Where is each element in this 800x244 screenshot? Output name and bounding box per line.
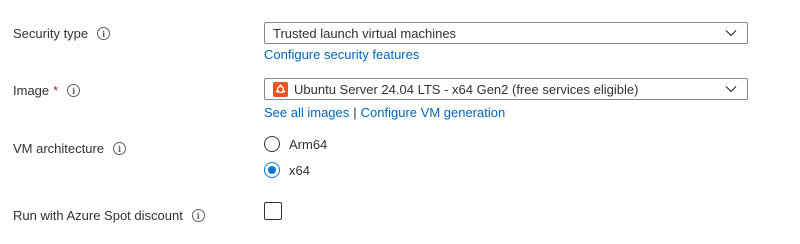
info-icon[interactable]: i [191, 209, 205, 222]
configure-security-features-link[interactable]: Configure security features [264, 47, 419, 62]
info-icon[interactable]: i [113, 142, 127, 155]
image-dropdown[interactable]: Ubuntu Server 24.04 LTS - x64 Gen2 (free… [264, 78, 748, 100]
image-label: Image [13, 83, 50, 98]
info-icon[interactable]: i [67, 84, 81, 97]
radio-x64[interactable]: x64 [264, 162, 310, 178]
radio-button[interactable] [264, 136, 280, 152]
vm-architecture-label-row: VM architecture i [13, 141, 127, 156]
info-icon[interactable]: i [97, 27, 111, 40]
vm-architecture-label: VM architecture [13, 141, 105, 156]
image-links-row: See all images | Configure VM generation [264, 105, 505, 120]
spot-discount-label: Run with Azure Spot discount [13, 208, 183, 223]
chevron-down-icon [723, 25, 739, 41]
see-all-images-link[interactable]: See all images [264, 105, 349, 120]
radio-selected-dot [268, 166, 276, 174]
required-asterisk: * [53, 83, 59, 98]
chevron-down-icon [723, 81, 739, 97]
radio-button[interactable] [264, 162, 280, 178]
link-separator: | [353, 105, 357, 120]
ubuntu-logo-icon [273, 81, 288, 97]
radio-x64-label: x64 [289, 162, 310, 178]
security-type-label: Security type [13, 26, 89, 41]
security-type-value: Trusted launch virtual machines [273, 25, 457, 41]
security-type-label-row: Security type i [13, 26, 111, 41]
configure-vm-generation-link[interactable]: Configure VM generation [361, 105, 506, 120]
spot-discount-checkbox[interactable] [264, 202, 282, 220]
security-type-dropdown[interactable]: Trusted launch virtual machines [264, 22, 748, 44]
image-value: Ubuntu Server 24.04 LTS - x64 Gen2 (free… [294, 81, 639, 97]
radio-arm64[interactable]: Arm64 [264, 136, 327, 152]
radio-arm64-label: Arm64 [289, 136, 328, 152]
image-label-row: Image * i [13, 83, 81, 98]
configure-security-link-row: Configure security features [264, 47, 419, 62]
spot-discount-label-row: Run with Azure Spot discount i [13, 208, 205, 223]
